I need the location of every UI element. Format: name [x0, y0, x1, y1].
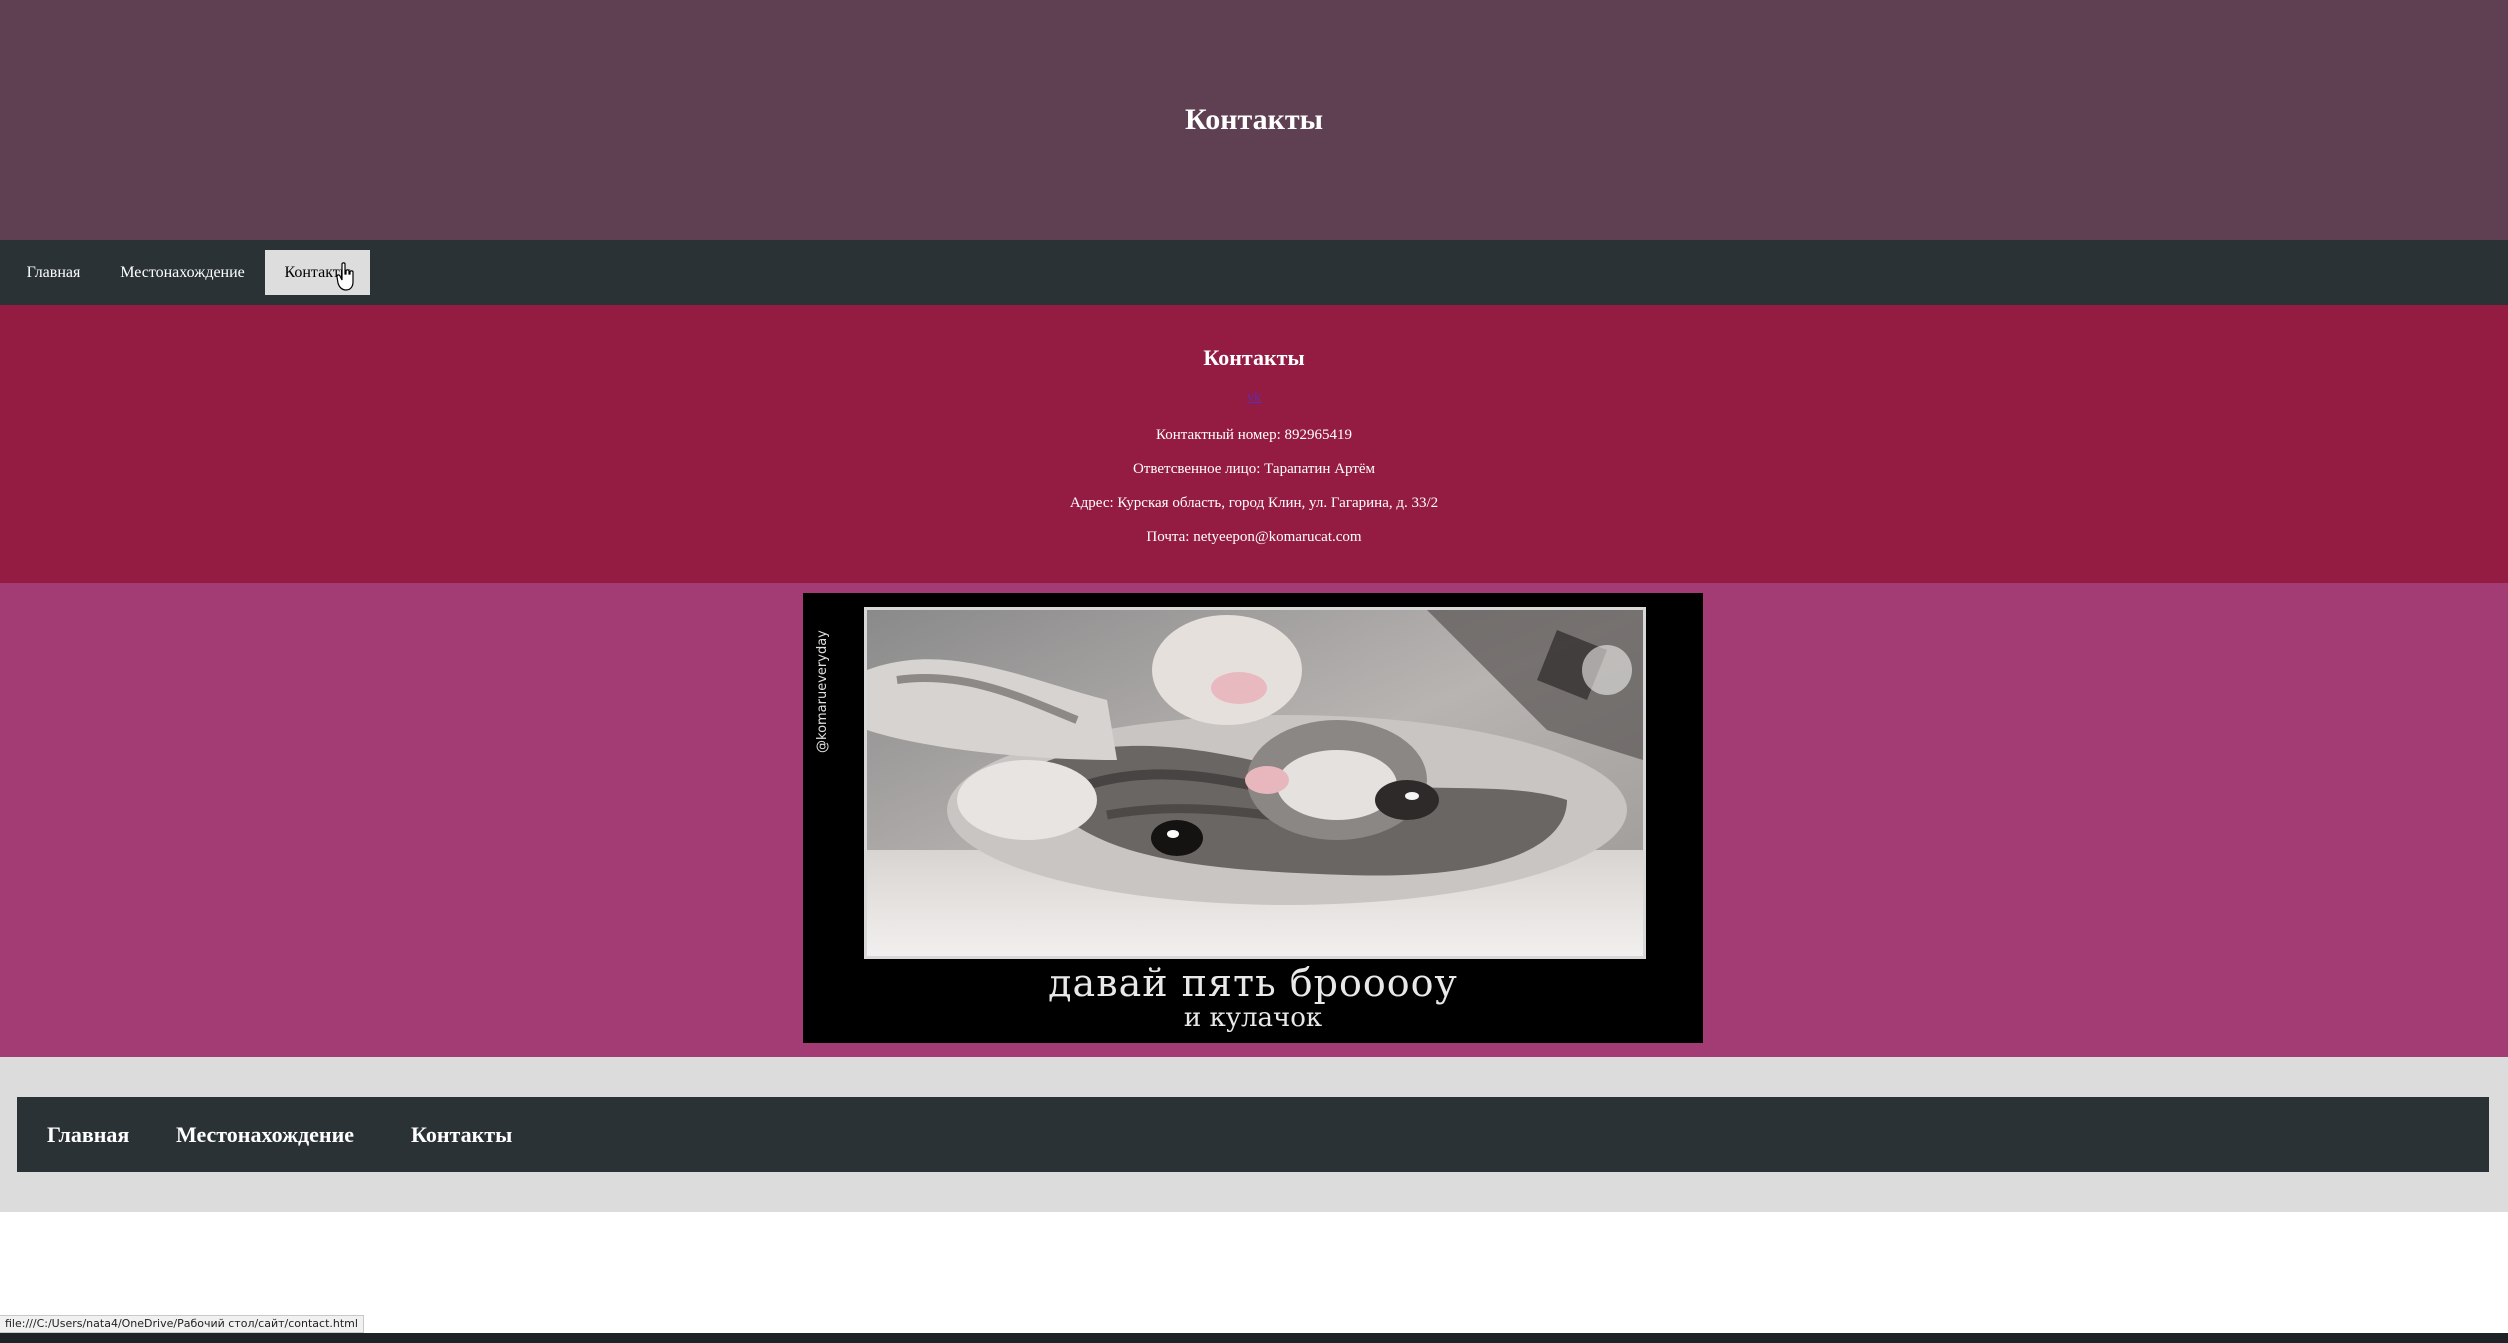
- contact-person: Ответсвенное лицо: Тарапатин Артём: [1132, 461, 1376, 477]
- status-bar-url: file:///C:/Users/nata4/OneDrive/Рабочий …: [0, 1315, 364, 1333]
- footer-link-contacts[interactable]: Контакты: [411, 1097, 512, 1172]
- page-title: Контакты: [1184, 103, 1324, 136]
- vk-link-row: vk: [0, 388, 2508, 408]
- footer-link-home[interactable]: Главная: [47, 1097, 129, 1172]
- footer-link-location[interactable]: Местонахождение: [176, 1097, 354, 1172]
- meme-caption-line2: и кулачок: [1183, 1003, 1323, 1033]
- contact-address: Адрес: Курская область, город Клин, ул. …: [1069, 495, 1439, 511]
- contact-email: Почта: netyeepon@komarucat.com: [1146, 529, 1362, 545]
- image-section: @komarueveryday давай пять броооoу и кул…: [0, 583, 2508, 1057]
- footer-navigation: Главная Местонахождение Контакты: [17, 1097, 2489, 1172]
- contacts-section: Контакты vk Контактный номер: 892965419 …: [0, 305, 2508, 583]
- cat-photo-drawing: [867, 610, 1643, 956]
- top-navigation: Главная Местонахождение Контакты: [0, 240, 2508, 305]
- contacts-heading: Контакты: [1203, 345, 1305, 370]
- hero-banner: Контакты: [0, 0, 2508, 240]
- taskbar: [0, 1333, 2508, 1343]
- contact-phone: Контактный номер: 892965419: [1155, 427, 1353, 443]
- nav-link-home[interactable]: Главная: [17, 250, 90, 295]
- nav-link-location[interactable]: Местонахождение: [110, 250, 255, 295]
- meme-watermark: @komarueveryday: [815, 630, 830, 753]
- meme-caption-line1: давай пять броооoу: [1048, 961, 1458, 1005]
- meme-photo: [864, 607, 1646, 959]
- vk-link[interactable]: vk: [1247, 390, 1261, 405]
- cat-meme-image: @komarueveryday давай пять броооoу и кул…: [803, 593, 1703, 1043]
- footer: Главная Местонахождение Контакты: [0, 1057, 2508, 1212]
- page: Контакты Главная Местонахождение Контакт…: [0, 0, 2508, 1343]
- hand-cursor-icon: [336, 262, 354, 291]
